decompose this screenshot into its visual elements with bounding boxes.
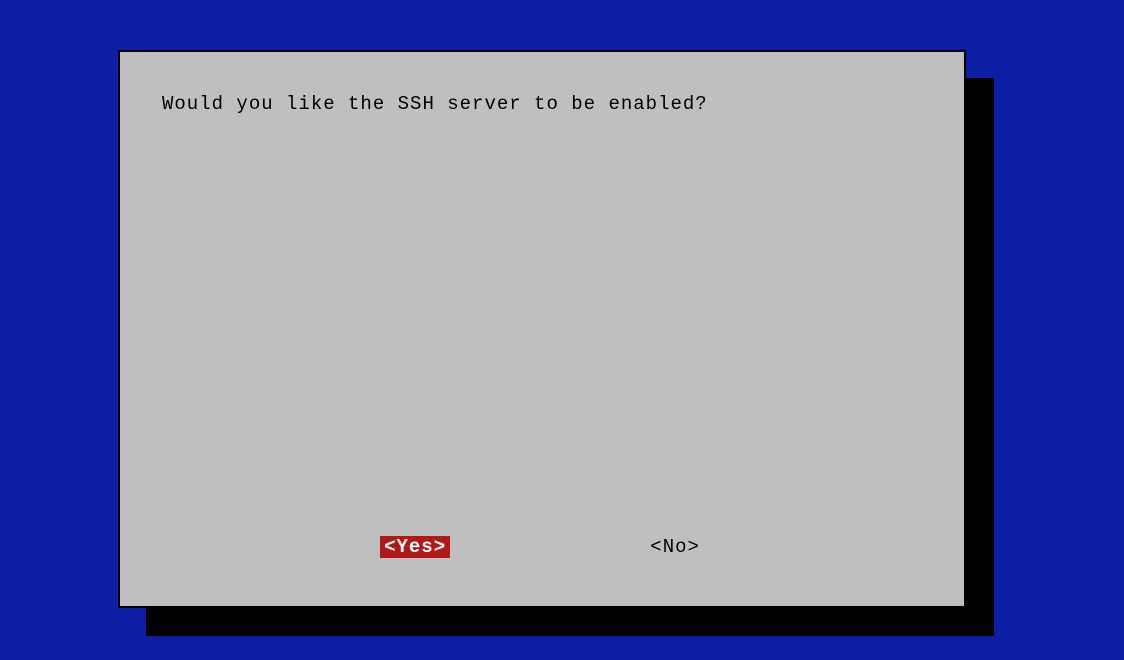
yes-button[interactable]: <Yes>	[380, 536, 450, 558]
no-button[interactable]: <No>	[646, 536, 704, 558]
dialog-buttons: <Yes> <No>	[162, 536, 922, 576]
dialog-spacer	[162, 119, 922, 537]
dialog-box: Would you like the SSH server to be enab…	[118, 50, 966, 608]
dialog-prompt: Would you like the SSH server to be enab…	[162, 90, 922, 119]
